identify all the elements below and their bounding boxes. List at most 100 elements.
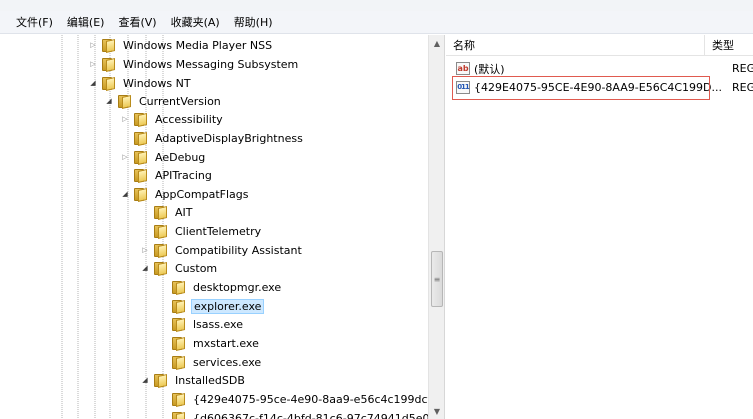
expand-arrow-icon[interactable]: ▷ — [120, 110, 130, 128]
tree-node[interactable]: ▷ Windows Media Player NSS — [88, 36, 274, 54]
tree-toggle-spacer — [158, 315, 168, 333]
tree-node-label: ClientTelemetry — [175, 224, 262, 238]
folder-icon — [133, 111, 148, 127]
value-name: (默认) — [474, 62, 505, 76]
folder-icon — [153, 223, 168, 239]
folder-icon — [133, 149, 148, 165]
tree-node-label: mxstart.exe — [193, 336, 259, 350]
tree-node-label: Accessibility — [155, 112, 223, 126]
tree-node[interactable]: ◢ CurrentVersion — [104, 92, 223, 110]
folder-icon — [171, 410, 186, 419]
tree-node[interactable]: ▷ Accessibility — [120, 110, 225, 128]
scrollbar-thumb[interactable]: ≡ — [431, 251, 443, 307]
string-value-icon: ab — [456, 62, 470, 75]
expand-arrow-icon[interactable]: ▷ — [120, 148, 130, 166]
tree-node[interactable]: ◢ Custom — [140, 259, 219, 277]
tree-node[interactable]: ▷ Windows Messaging Subsystem — [88, 55, 300, 73]
tree-toggle-spacer — [158, 409, 168, 419]
tree-node-label: Windows Media Player NSS — [123, 38, 273, 52]
tree-node-label: APITracing — [155, 168, 212, 182]
folder-icon — [171, 391, 186, 407]
scroll-up-arrow-icon[interactable]: ▲ — [429, 35, 444, 51]
collapse-arrow-icon[interactable]: ◢ — [88, 74, 98, 92]
tree-node[interactable]: ◢ InstalledSDB — [140, 371, 247, 389]
tree-node[interactable]: lsass.exe — [158, 315, 245, 333]
tree-toggle-spacer — [120, 166, 130, 184]
tree-node-label: lsass.exe — [193, 317, 243, 331]
collapse-arrow-icon[interactable]: ◢ — [140, 371, 150, 389]
tree-node[interactable]: explorer.exe — [158, 297, 265, 315]
folder-icon — [171, 316, 186, 332]
binary-value-icon: 011 — [456, 81, 470, 94]
tree-node[interactable]: mxstart.exe — [158, 334, 261, 352]
menu-view[interactable]: 查看(V) — [118, 11, 156, 34]
tree-node[interactable]: services.exe — [158, 353, 263, 371]
value-type: REG_SZ — [732, 62, 753, 75]
tree-node-label: {429e4075-95ce-4e90-8aa9-e56c4c199dcf} — [193, 392, 439, 406]
menu-help[interactable]: 帮助(H) — [234, 11, 273, 34]
expand-arrow-icon[interactable]: ▷ — [88, 36, 98, 54]
folder-icon — [171, 354, 186, 370]
menu-edit[interactable]: 编辑(E) — [67, 11, 105, 34]
column-header-name[interactable]: 名称 — [446, 35, 705, 56]
registry-values-pane[interactable]: 名称 类型 ab (默认) REG_SZ 011 {429E4075-95CE-… — [446, 35, 753, 419]
tree-node-label: AppCompatFlags — [155, 187, 249, 201]
registry-key-tree[interactable]: ▷ Windows Media Player NSS ▷ Windows Messag… — [0, 35, 445, 419]
tree-node[interactable]: APITracing — [120, 166, 214, 184]
tree-node[interactable]: ▷ Compatibility Assistant — [140, 241, 304, 259]
tree-node[interactable]: AIT — [140, 203, 195, 221]
tree-node[interactable]: ◢ AppCompatFlags — [120, 185, 251, 203]
tree-toggle-spacer — [158, 353, 168, 371]
value-row-default[interactable]: ab (默认) REG_SZ — [446, 59, 753, 78]
tree-node-label: InstalledSDB — [175, 373, 245, 387]
tree-toggle-spacer — [120, 129, 130, 147]
tree-toggle-spacer — [140, 222, 150, 240]
folder-icon — [153, 204, 168, 220]
menu-favorites[interactable]: 收藏夹(A) — [171, 11, 220, 34]
value-type: REG_QWORD — [732, 81, 753, 94]
folder-icon — [171, 335, 186, 351]
column-header-type[interactable]: 类型 — [705, 35, 753, 56]
value-row-guid[interactable]: 011 {429E4075-95CE-4E90-8AA9-E56C4C199D.… — [446, 78, 753, 97]
tree-node[interactable]: {d606367c-f14c-4bfd-81c6-97c74941d5e0} — [158, 409, 438, 419]
tree-node-label: AeDebug — [155, 150, 206, 164]
folder-icon — [153, 372, 168, 388]
tree-node[interactable]: ClientTelemetry — [140, 222, 263, 240]
tree-toggle-spacer — [158, 278, 168, 296]
expand-arrow-icon[interactable]: ▷ — [88, 55, 98, 73]
tree-node[interactable]: ▷ AeDebug — [120, 148, 207, 166]
menu-file[interactable]: 文件(F) — [16, 11, 53, 34]
folder-icon — [171, 298, 186, 314]
tree-node-label: Windows NT — [123, 76, 191, 90]
tree-node-label: Compatibility Assistant — [175, 243, 302, 257]
menu-bar: 文件(F) 编辑(E) 查看(V) 收藏夹(A) 帮助(H) — [0, 11, 753, 34]
window-top-strip — [0, 0, 753, 11]
collapse-arrow-icon[interactable]: ◢ — [104, 92, 114, 110]
folder-icon — [101, 75, 116, 91]
folder-icon — [133, 186, 148, 202]
tree-node[interactable]: {429e4075-95ce-4e90-8aa9-e56c4c199dcf} — [158, 390, 440, 408]
folder-icon — [171, 279, 186, 295]
tree-node-label: explorer.exe — [191, 298, 265, 314]
tree-node-label: {d606367c-f14c-4bfd-81c6-97c74941d5e0} — [193, 411, 437, 419]
collapse-arrow-icon[interactable]: ◢ — [140, 259, 150, 277]
tree-toggle-spacer — [140, 203, 150, 221]
tree-toggle-spacer — [158, 297, 168, 315]
tree-node[interactable]: AdaptiveDisplayBrightness — [120, 129, 305, 147]
tree-node-label: Windows Messaging Subsystem — [123, 57, 299, 71]
tree-node[interactable]: ◢ Windows NT — [88, 74, 193, 92]
expand-arrow-icon[interactable]: ▷ — [140, 241, 150, 259]
tree-node-label: CurrentVersion — [139, 94, 221, 108]
tree-vertical-scrollbar[interactable]: ▲ ≡ ▼ — [428, 35, 444, 419]
folder-icon — [101, 56, 116, 72]
collapse-arrow-icon[interactable]: ◢ — [120, 185, 130, 203]
folder-icon — [133, 167, 148, 183]
scroll-down-arrow-icon[interactable]: ▼ — [429, 403, 444, 419]
folder-icon — [153, 242, 168, 258]
tree-node[interactable]: desktopmgr.exe — [158, 278, 283, 296]
folder-icon — [133, 130, 148, 146]
value-name: {429E4075-95CE-4E90-8AA9-E56C4C199D... — [474, 81, 723, 94]
tree-node-label: desktopmgr.exe — [193, 280, 282, 294]
folder-icon — [101, 37, 116, 53]
folder-icon — [153, 260, 168, 276]
